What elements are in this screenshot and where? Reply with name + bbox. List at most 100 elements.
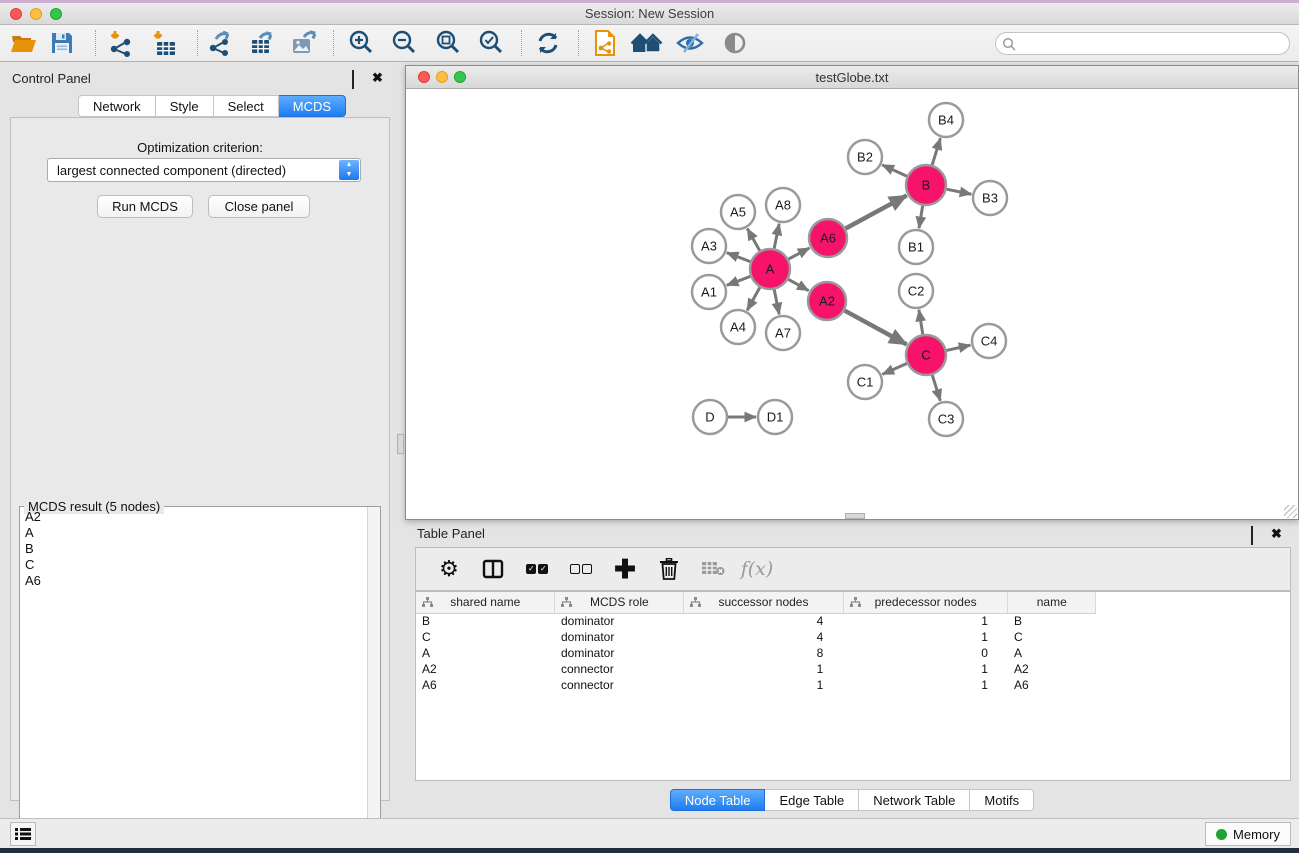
- show-all-button[interactable]: [718, 28, 752, 58]
- export-network-button[interactable]: [203, 28, 237, 58]
- table-cell[interactable]: 1: [843, 661, 1008, 677]
- graph-edge-B-B2[interactable]: [882, 165, 907, 176]
- mcds-result-scrollbar[interactable]: [367, 507, 380, 845]
- graph-edge-B-B4[interactable]: [932, 138, 940, 165]
- graph-edge-A-A5[interactable]: [747, 229, 759, 251]
- column-header-successor-nodes[interactable]: successor nodes: [684, 592, 844, 613]
- table-cell[interactable]: A6: [1008, 677, 1096, 693]
- table-cell[interactable]: 4: [684, 613, 844, 629]
- unselect-all-columns-icon[interactable]: [566, 554, 596, 584]
- table-row[interactable]: A6connector11A6: [416, 677, 1096, 693]
- column-header-MCDS-role[interactable]: MCDS role: [555, 592, 684, 613]
- table-cell[interactable]: 1: [843, 613, 1008, 629]
- create-column-icon[interactable]: ✚: [610, 554, 640, 584]
- column-header-shared-name[interactable]: shared name: [416, 592, 555, 613]
- table-cell[interactable]: 1: [684, 661, 844, 677]
- optimization-criterion-select[interactable]: largest connected component (directed) ▲…: [47, 158, 361, 182]
- mcds-result-item[interactable]: B: [21, 541, 366, 557]
- graph-edge-B-B3[interactable]: [947, 189, 972, 194]
- new-network-document-button[interactable]: [588, 28, 622, 58]
- table-cell[interactable]: 1: [843, 629, 1008, 645]
- table-cell[interactable]: C: [1008, 629, 1096, 645]
- apply-layout-button[interactable]: [531, 28, 565, 58]
- column-header-name[interactable]: name: [1008, 592, 1096, 613]
- graph-edge-A-A4[interactable]: [747, 287, 760, 310]
- table-row[interactable]: Cdominator41C: [416, 629, 1096, 645]
- table-options-gear-icon[interactable]: ⚙: [434, 554, 464, 584]
- zoom-in-button[interactable]: [344, 28, 378, 58]
- graph-edge-A-A6[interactable]: [789, 248, 810, 259]
- table-cell[interactable]: A2: [1008, 661, 1096, 677]
- graph-edge-B-B1[interactable]: [919, 206, 923, 229]
- tab-network-table[interactable]: Network Table: [859, 789, 970, 811]
- task-history-button[interactable]: [10, 822, 36, 846]
- table-cell[interactable]: dominator: [555, 629, 684, 645]
- graph-edge-A-A8[interactable]: [774, 224, 779, 249]
- graph-edge-A-A3[interactable]: [727, 253, 751, 262]
- import-table-button[interactable]: [147, 28, 181, 58]
- network-graph[interactable]: B4B2BB3A5A8A6A3AB1A1C2A4A7A2CC4C1C3DD1: [406, 89, 1298, 519]
- column-header-predecessor-nodes[interactable]: predecessor nodes: [843, 592, 1008, 613]
- graph-edge-A-A2[interactable]: [788, 279, 808, 290]
- graph-edge-A6-B[interactable]: [846, 195, 907, 228]
- table-cell[interactable]: 8: [684, 645, 844, 661]
- table-cell[interactable]: A: [416, 645, 555, 661]
- search-input[interactable]: [1020, 34, 1282, 53]
- tab-motifs[interactable]: Motifs: [970, 789, 1034, 811]
- mcds-result-item[interactable]: A: [21, 525, 366, 541]
- table-cell[interactable]: C: [416, 629, 555, 645]
- table-row[interactable]: Adominator80A: [416, 645, 1096, 661]
- graph-edge-C-C1[interactable]: [882, 363, 906, 374]
- tab-network[interactable]: Network: [78, 95, 156, 117]
- run-mcds-button[interactable]: Run MCDS: [97, 195, 193, 218]
- select-all-columns-icon[interactable]: [522, 554, 552, 584]
- table-cell[interactable]: B: [1008, 613, 1096, 629]
- table-cell[interactable]: connector: [555, 661, 684, 677]
- zoom-selected-button[interactable]: [474, 28, 508, 58]
- tab-style[interactable]: Style: [156, 95, 214, 117]
- horizontal-splitter-handle[interactable]: [845, 513, 865, 519]
- zoom-out-button[interactable]: [387, 28, 421, 58]
- close-panel-icon[interactable]: ✖: [372, 71, 386, 85]
- table-cell[interactable]: dominator: [555, 613, 684, 629]
- close-panel-button[interactable]: Close panel: [208, 195, 310, 218]
- tab-mcds[interactable]: MCDS: [279, 95, 346, 117]
- export-table-button[interactable]: [245, 28, 279, 58]
- graph-edge-A2-C[interactable]: [845, 311, 907, 345]
- import-network-button[interactable]: [103, 28, 137, 58]
- table-cell[interactable]: 4: [684, 629, 844, 645]
- graph-edge-A-A1[interactable]: [727, 276, 751, 285]
- export-image-button[interactable]: [287, 28, 321, 58]
- graph-edge-A-A7[interactable]: [774, 290, 779, 315]
- graph-edge-C-C2[interactable]: [919, 310, 923, 334]
- mcds-result-item[interactable]: C: [21, 557, 366, 573]
- tab-select[interactable]: Select: [214, 95, 279, 117]
- table-cell[interactable]: B: [416, 613, 555, 629]
- mcds-result-item[interactable]: A2: [21, 509, 366, 525]
- memory-button[interactable]: Memory: [1205, 822, 1291, 846]
- graph-edge-C-C3[interactable]: [932, 375, 940, 401]
- table-cell[interactable]: A2: [416, 661, 555, 677]
- table-cell[interactable]: connector: [555, 677, 684, 693]
- table-cell[interactable]: A: [1008, 645, 1096, 661]
- vertical-splitter-handle[interactable]: [397, 434, 404, 454]
- float-table-panel-icon[interactable]: [1251, 527, 1265, 541]
- first-neighbors-button[interactable]: [630, 28, 664, 58]
- table-cell[interactable]: 0: [843, 645, 1008, 661]
- table-cell[interactable]: dominator: [555, 645, 684, 661]
- delete-column-trash-icon[interactable]: [654, 554, 684, 584]
- show-column-icon[interactable]: [478, 554, 508, 584]
- window-resize-grip[interactable]: [1284, 505, 1297, 518]
- graph-edge-C-C4[interactable]: [946, 345, 970, 350]
- tab-node-table[interactable]: Node Table: [670, 789, 766, 811]
- tab-edge-table[interactable]: Edge Table: [765, 789, 859, 811]
- float-panel-icon[interactable]: [352, 71, 366, 85]
- open-file-button[interactable]: [6, 28, 40, 58]
- table-row[interactable]: Bdominator41B: [416, 613, 1096, 629]
- table-cell[interactable]: 1: [684, 677, 844, 693]
- close-table-panel-icon[interactable]: ✖: [1271, 527, 1285, 541]
- table-row[interactable]: A2connector11A2: [416, 661, 1096, 677]
- hide-selected-button[interactable]: [673, 28, 707, 58]
- zoom-fit-button[interactable]: [431, 28, 465, 58]
- network-canvas[interactable]: B4B2BB3A5A8A6A3AB1A1C2A4A7A2CC4C1C3DD1: [406, 89, 1298, 519]
